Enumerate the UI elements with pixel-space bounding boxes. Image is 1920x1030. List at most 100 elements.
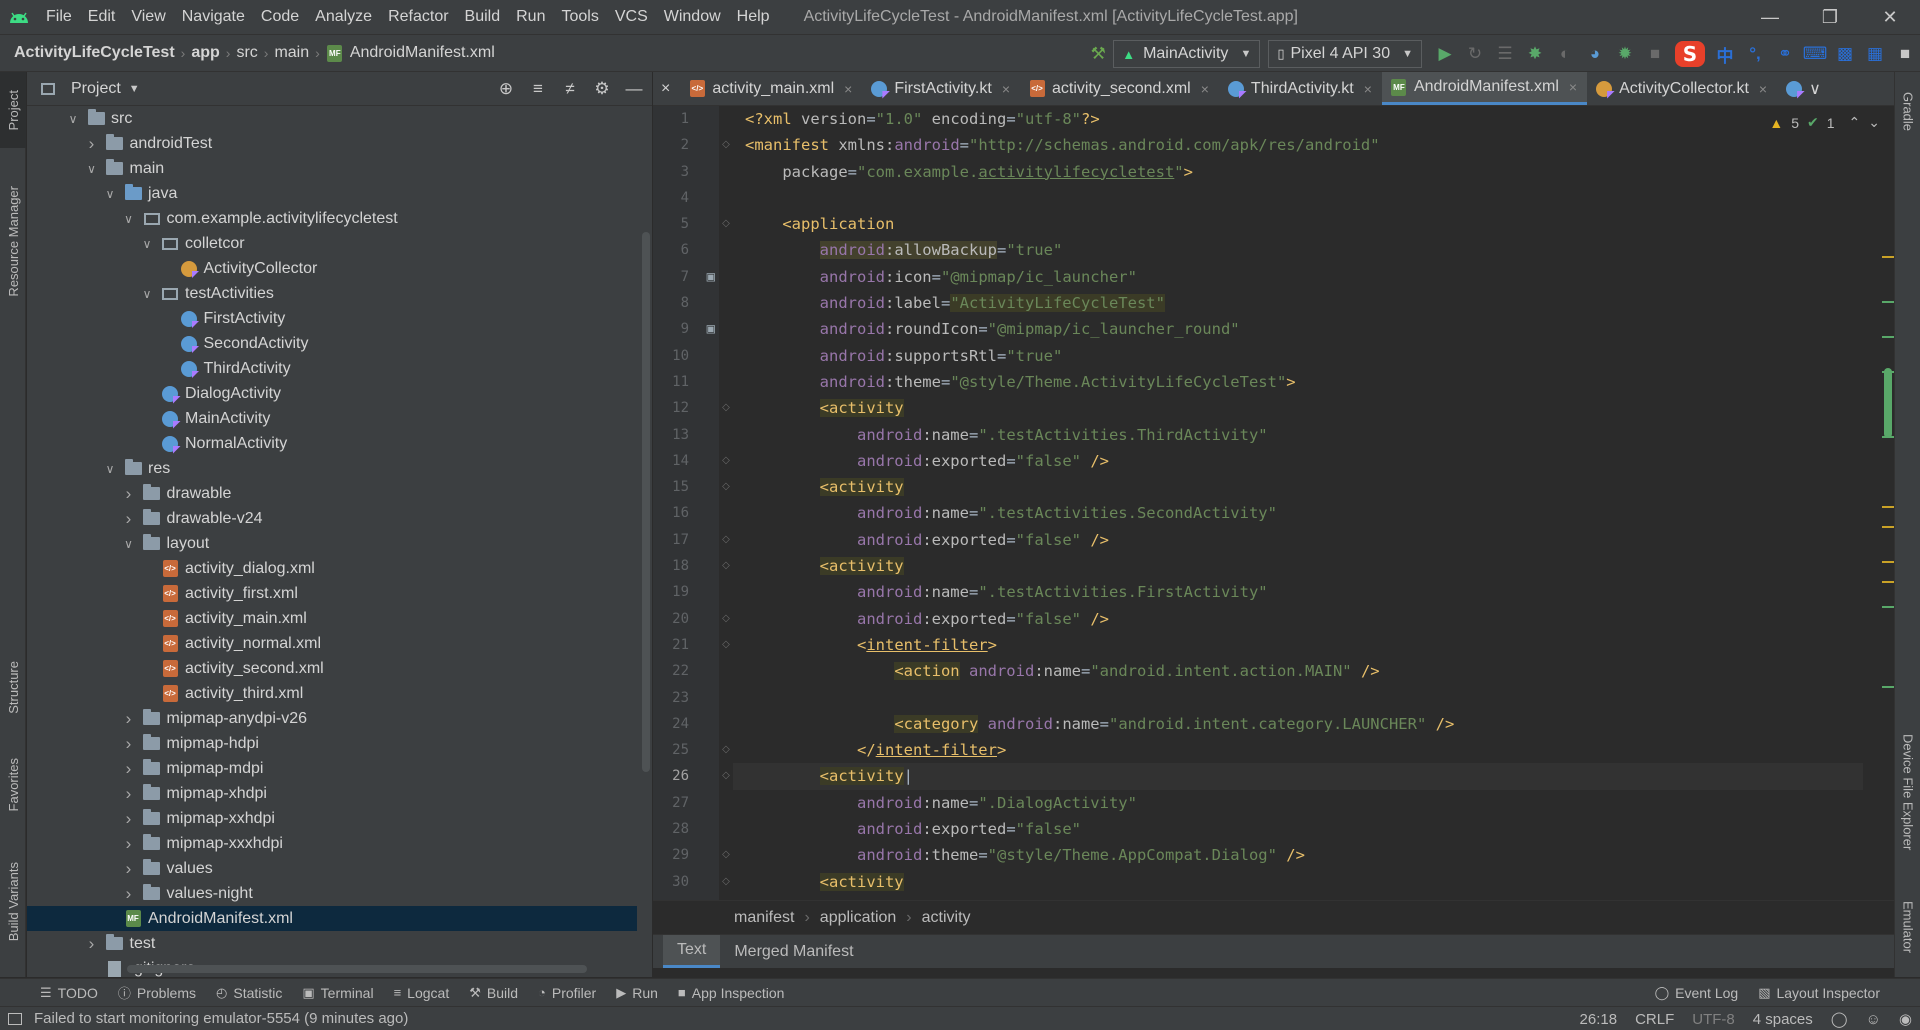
fold-marker-icon[interactable]: ◇ xyxy=(719,448,733,474)
stop-icon[interactable]: ■ xyxy=(1640,39,1670,69)
chevron-right-icon[interactable]: › xyxy=(121,859,137,879)
project-tool-tab[interactable]: Project xyxy=(0,72,26,148)
tree-item[interactable]: › drawable-v24 xyxy=(27,506,637,531)
menu-build[interactable]: Build xyxy=(457,0,509,34)
tree-item[interactable]: › androidTest xyxy=(27,131,637,156)
editor-tab[interactable]: ThirdActivity.kt × xyxy=(1219,72,1382,105)
fold-marker-icon[interactable]: ◇ xyxy=(719,527,733,553)
tab-merged-manifest[interactable]: Merged Manifest xyxy=(720,935,867,968)
fold-marker-icon[interactable]: ◇ xyxy=(719,763,733,789)
tool-window-statistic[interactable]: ◴ Statistic xyxy=(206,985,292,1001)
error-stripe[interactable] xyxy=(1882,106,1894,900)
tree-item[interactable]: MainActivity xyxy=(27,406,637,431)
chevron-right-icon[interactable]: › xyxy=(121,484,137,504)
menu-analyze[interactable]: Analyze xyxy=(307,0,380,34)
close-icon[interactable]: × xyxy=(1569,79,1577,95)
fold-marker-icon[interactable]: ◇ xyxy=(719,132,733,158)
close-icon[interactable]: × xyxy=(1759,81,1767,97)
indent-setting[interactable]: 4 spaces xyxy=(1753,1011,1813,1028)
error-stripe-mark[interactable] xyxy=(1882,606,1894,608)
memory-icon[interactable]: ◉ xyxy=(1899,1010,1912,1028)
device-select[interactable]: ▯ Pixel 4 API 30 ▼ xyxy=(1268,40,1422,68)
apply-changes-icon[interactable]: ☰ xyxy=(1490,39,1520,69)
status-toggle-icon[interactable] xyxy=(8,1012,22,1025)
tree-item[interactable]: › drawable xyxy=(27,481,637,506)
fold-marker-icon[interactable]: ◇ xyxy=(719,395,733,421)
chevron-down-icon[interactable]: ∨ xyxy=(139,287,155,301)
fold-marker-icon[interactable]: ◇ xyxy=(719,553,733,579)
tree-item[interactable]: </> activity_main.xml xyxy=(27,606,637,631)
error-stripe-mark[interactable] xyxy=(1882,686,1894,688)
tree-item[interactable]: SecondActivity xyxy=(27,331,637,356)
close-icon[interactable]: × xyxy=(1002,81,1010,97)
editor-tab[interactable]: </> activity_main.xml × xyxy=(680,72,862,105)
menu-vcs[interactable]: VCS xyxy=(607,0,656,34)
chevron-down-icon[interactable]: ▼ xyxy=(129,83,140,95)
tree-item[interactable]: </> activity_first.xml xyxy=(27,581,637,606)
tool-window-problems[interactable]: ⓘ Problems xyxy=(108,983,206,1002)
tree-item[interactable]: ∨ testActivities xyxy=(27,281,637,306)
hide-icon[interactable]: — xyxy=(624,79,644,99)
breadcrumb-item[interactable]: ActivityLifeCycleTest xyxy=(14,44,175,62)
tree-item[interactable]: ∨ com.example.activitylifecycletest xyxy=(27,206,637,231)
close-icon[interactable]: × xyxy=(844,81,852,97)
tool-window-logcat[interactable]: ≡ Logcat xyxy=(384,985,460,1001)
tree-item[interactable]: ∨ java xyxy=(27,181,637,206)
attach-debugger-icon[interactable]: ✹ xyxy=(1610,39,1640,69)
tabs-scroll-left[interactable]: × xyxy=(653,72,680,105)
smiley-icon[interactable]: ☺ xyxy=(1866,1011,1881,1028)
error-stripe-mark[interactable] xyxy=(1882,561,1894,563)
fold-marker-icon[interactable]: ◇ xyxy=(719,869,733,895)
error-stripe-mark[interactable] xyxy=(1882,301,1894,303)
breadcrumb-item[interactable]: app xyxy=(191,44,219,62)
chevron-right-icon[interactable]: › xyxy=(121,709,137,729)
tree-item[interactable]: ActivityCollector xyxy=(27,256,637,281)
structure-tool-tab[interactable]: Structure xyxy=(0,642,26,732)
tree-item[interactable]: › mipmap-mdpi xyxy=(27,756,637,781)
tree-horizontal-scrollbar[interactable] xyxy=(127,965,587,973)
tool-window-event-log[interactable]: ◯ Event Log xyxy=(1645,985,1749,1001)
resource-manager-tool-tab[interactable]: Resource Manager xyxy=(0,166,26,316)
file-encoding[interactable]: UTF-8 xyxy=(1692,1011,1735,1028)
tree-item[interactable]: ThirdActivity xyxy=(27,356,637,381)
close-icon[interactable]: × xyxy=(1364,81,1372,97)
menu-window[interactable]: Window xyxy=(656,0,729,34)
tree-item[interactable]: MF AndroidManifest.xml xyxy=(27,906,637,931)
editor-scroll-thumb[interactable] xyxy=(1884,368,1892,438)
editor-tab[interactable]: FirstActivity.kt × xyxy=(862,72,1020,105)
menu-code[interactable]: Code xyxy=(253,0,307,34)
tree-item[interactable]: › mipmap-xxhdpi xyxy=(27,806,637,831)
tool-window-terminal[interactable]: ▣ Terminal xyxy=(292,985,383,1001)
run-icon[interactable]: ▶ xyxy=(1430,39,1460,69)
toolbox-grid-icon[interactable]: ▦ xyxy=(1860,39,1890,69)
rerun-icon[interactable]: ↻ xyxy=(1460,39,1490,69)
close-icon[interactable]: × xyxy=(1201,81,1209,97)
build-variants-tool-tab[interactable]: Build Variants xyxy=(0,842,26,962)
tool-window-run[interactable]: ▶ Run xyxy=(606,985,668,1001)
tree-item[interactable]: › mipmap-hdpi xyxy=(27,731,637,756)
code-editor[interactable]: <?xml version="1.0" encoding="utf-8"?> <m… xyxy=(733,106,1863,900)
tree-item[interactable]: ∨ res xyxy=(27,456,637,481)
tree-item[interactable]: › mipmap-xxxhdpi xyxy=(27,831,637,856)
chevron-down-icon[interactable]: ∨ xyxy=(121,537,137,551)
menu-help[interactable]: Help xyxy=(729,0,778,34)
menu-file[interactable]: File xyxy=(38,0,80,34)
editor-tab[interactable]: MF AndroidManifest.xml × xyxy=(1381,72,1588,105)
tree-vertical-scrollbar[interactable] xyxy=(642,232,650,772)
tree-item[interactable]: </> activity_third.xml xyxy=(27,681,637,706)
tree-item[interactable]: ∨ layout xyxy=(27,531,637,556)
chevron-down-icon[interactable]: ∨ xyxy=(102,462,118,476)
fold-marker-icon[interactable]: ◇ xyxy=(719,474,733,500)
fold-marker-icon[interactable]: ◇ xyxy=(719,632,733,658)
minimize-icon[interactable]: — xyxy=(1740,0,1800,34)
tool-window-profiler[interactable]: ◔ Profiler xyxy=(528,985,606,1001)
gear-icon[interactable]: ⚙ xyxy=(592,79,612,99)
hammer-icon[interactable]: ⚒ xyxy=(1083,39,1113,69)
coverage-icon[interactable]: ◐ xyxy=(1550,39,1580,69)
fold-marker-icon[interactable]: ◇ xyxy=(719,737,733,763)
menu-refactor[interactable]: Refactor xyxy=(380,0,456,34)
next-highlight-icon[interactable]: ⌄ xyxy=(1868,114,1880,131)
tree-item[interactable]: </> activity_normal.xml xyxy=(27,631,637,656)
previous-highlight-icon[interactable]: ⌃ xyxy=(1849,114,1861,131)
chevron-right-icon[interactable]: › xyxy=(84,934,100,954)
